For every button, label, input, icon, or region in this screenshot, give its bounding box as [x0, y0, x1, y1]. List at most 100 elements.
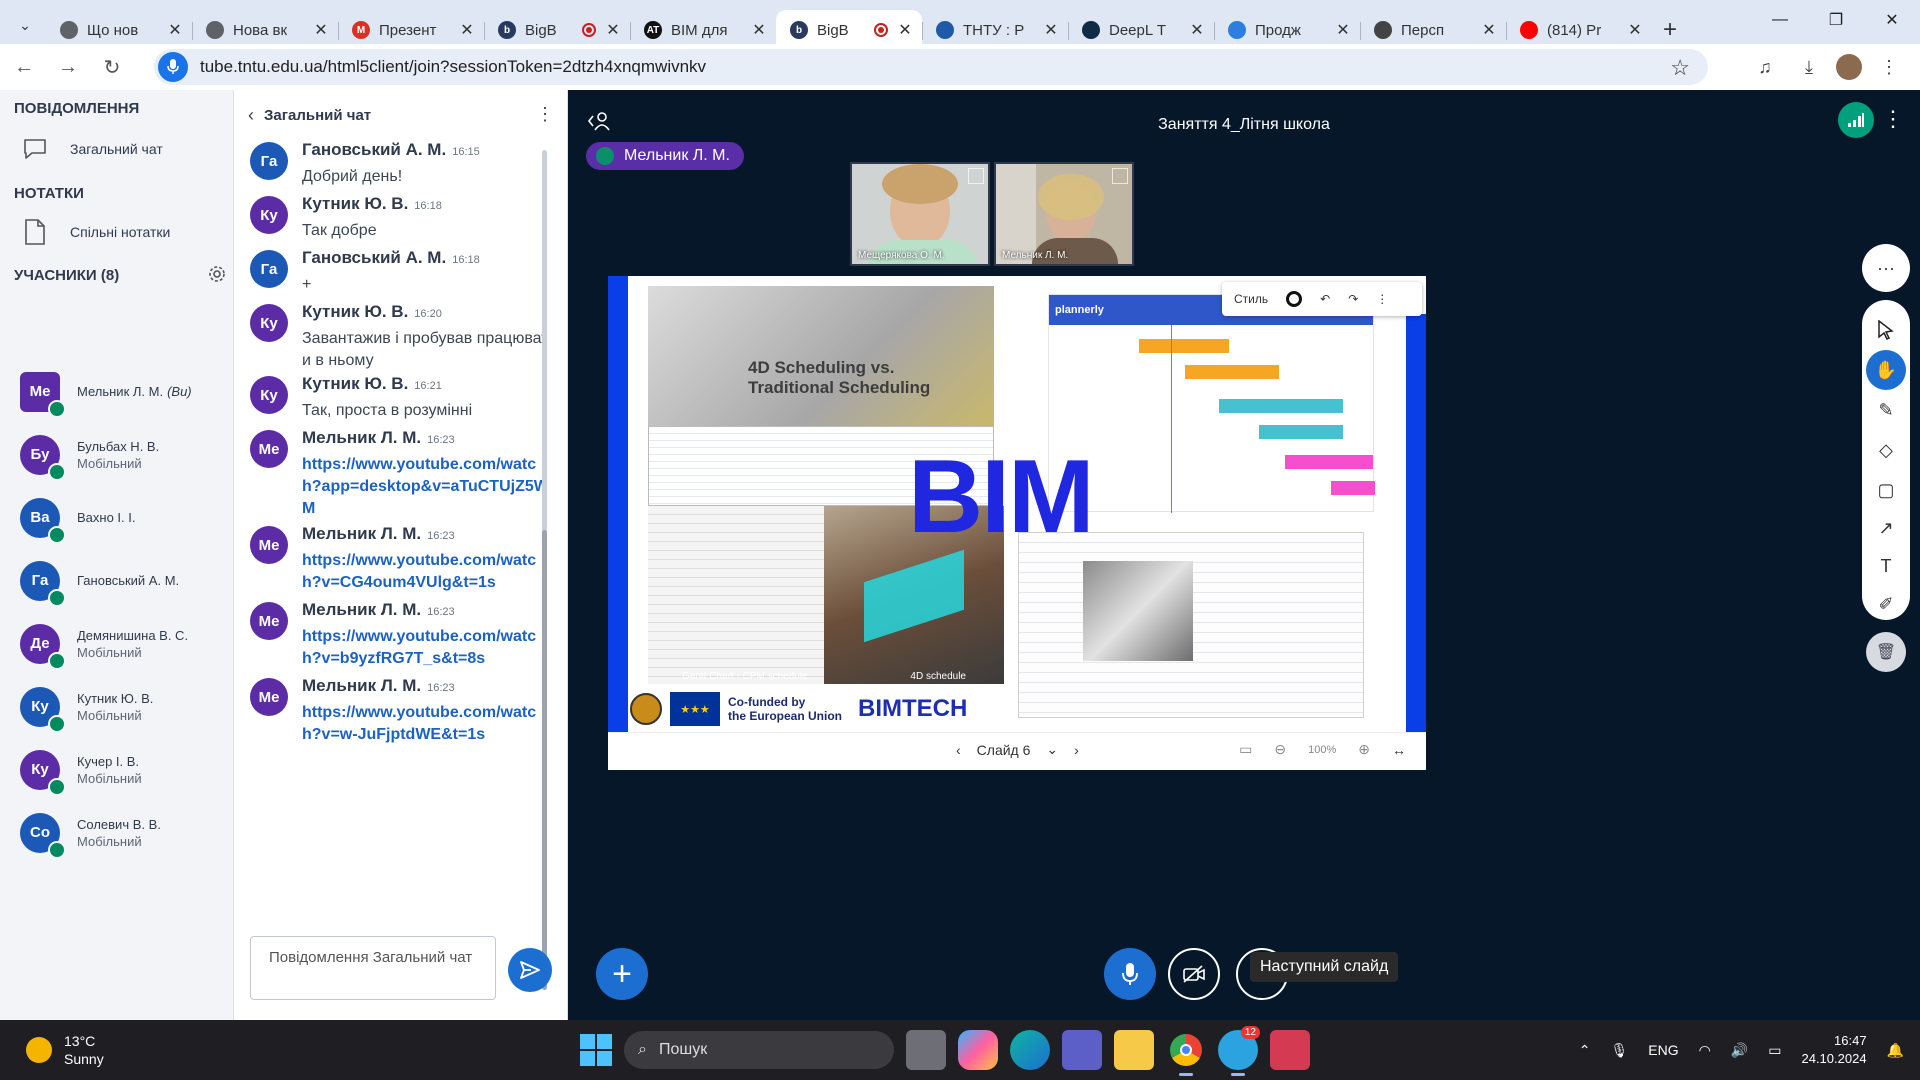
chevron-down-icon[interactable]: ⌄	[1046, 741, 1058, 758]
fullscreen-icon[interactable]	[968, 168, 984, 184]
slide-selector[interactable]: Слайд 6	[977, 742, 1031, 758]
rectangle-tool-icon[interactable]: ▢	[1866, 470, 1906, 510]
mute-button[interactable]	[1104, 948, 1156, 1000]
webcam-tile-1[interactable]: Мещерякова О. М.	[850, 162, 990, 266]
tab-close-icon[interactable]: ✕	[1334, 20, 1352, 40]
taskbar-search[interactable]: ⌕ Пошук	[624, 1031, 894, 1069]
camera-off-button[interactable]	[1168, 948, 1220, 1000]
arrow-tool-icon[interactable]: ↗	[1866, 508, 1906, 548]
close-window-icon[interactable]: ✕	[1864, 0, 1920, 40]
wifi-icon[interactable]: ◠	[1699, 1042, 1711, 1059]
talking-indicator[interactable]: Мельник Л. М.	[586, 142, 744, 170]
presentation-slide[interactable]: 4D Scheduling vs. Traditional Scheduling…	[608, 276, 1426, 770]
url-text[interactable]: tube.tntu.edu.ua/html5client/join?sessio…	[200, 57, 706, 77]
language-indicator[interactable]: ENG	[1648, 1042, 1678, 1058]
message-link[interactable]: https://www.youtube.com/watch?app=deskto…	[302, 456, 544, 517]
media-controls-icon[interactable]: ♫	[1748, 50, 1782, 84]
text-tool-icon[interactable]: T	[1866, 546, 1906, 586]
hand-tool-icon[interactable]: ✋	[1866, 350, 1906, 390]
public-chat-item[interactable]: Загальний чат	[0, 124, 233, 174]
user-list-item[interactable]: Га Гановський А. М.	[0, 549, 234, 612]
tab-close-icon[interactable]: ✕	[1626, 20, 1644, 40]
tab-close-icon[interactable]: ✕	[312, 20, 330, 40]
user-list-item[interactable]: Со Солевич В. В. Мобільний	[0, 801, 234, 864]
actions-plus-button[interactable]: +	[596, 948, 648, 1000]
minimize-icon[interactable]: —	[1752, 0, 1808, 40]
eraser-tool-icon[interactable]: ◇	[1866, 430, 1906, 470]
shared-notes-item[interactable]: Спільні нотатки	[0, 207, 233, 257]
task-view-icon[interactable]	[906, 1030, 946, 1070]
zoom-in-icon[interactable]: ⊕	[1358, 741, 1370, 758]
bookmark-star-icon[interactable]: ☆	[1670, 55, 1690, 81]
send-button[interactable]	[508, 948, 552, 992]
microphone-in-use-icon[interactable]	[158, 52, 188, 82]
telegram-icon[interactable]: 12	[1218, 1026, 1260, 1076]
connection-status-icon[interactable]	[1838, 102, 1874, 138]
copilot-icon[interactable]	[958, 1030, 998, 1070]
reload-icon[interactable]: ↻	[92, 47, 132, 87]
forward-icon[interactable]: →	[48, 47, 88, 87]
note-tool-icon[interactable]: ✐	[1866, 584, 1906, 624]
browser-menu-icon[interactable]: ⋮	[1872, 50, 1906, 84]
chrome-icon[interactable]	[1166, 1030, 1206, 1076]
user-list-item[interactable]: Бу Бульбах Н. В. Мобільний	[0, 423, 234, 486]
weather-widget[interactable]: 13°C Sunny	[26, 1032, 104, 1068]
user-list-item[interactable]: Де Демянишина В. С. Мобільний	[0, 612, 234, 675]
chevron-left-icon[interactable]: ‹	[248, 105, 254, 126]
tab-close-icon[interactable]: ✕	[1480, 20, 1498, 40]
style-label[interactable]: Стиль	[1234, 292, 1268, 306]
meeting-options-icon[interactable]: ⋮	[1882, 108, 1904, 130]
previous-slide-icon[interactable]: ‹	[956, 742, 961, 758]
teams-icon[interactable]	[1062, 1030, 1102, 1070]
download-icon[interactable]: ⤓	[1792, 50, 1826, 84]
message-link[interactable]: https://www.youtube.com/watch?v=b9yzfRG7…	[302, 628, 536, 667]
tools-more-icon[interactable]: ···	[1862, 244, 1910, 292]
redo-icon[interactable]: ↷	[1348, 292, 1358, 306]
chat-scrollbar[interactable]	[542, 150, 547, 990]
tab-search-icon[interactable]: ⌄	[8, 8, 42, 42]
volume-icon[interactable]: 🔊	[1731, 1042, 1748, 1059]
user-list-item[interactable]: Ку Кучер І. В. Мобільний	[0, 738, 234, 801]
profile-avatar[interactable]	[1836, 54, 1862, 80]
notification-bell-icon[interactable]: 🔔	[1887, 1042, 1904, 1059]
stroke-style-icon[interactable]	[1286, 291, 1303, 307]
select-tool-icon[interactable]	[1866, 310, 1906, 350]
file-explorer-icon[interactable]	[1114, 1030, 1154, 1070]
back-icon[interactable]: ←	[4, 47, 44, 87]
tab-close-icon[interactable]: ✕	[1042, 20, 1060, 40]
tab-close-icon[interactable]: ✕	[458, 20, 476, 40]
user-list-item[interactable]: Ме Мельник Л. М. (Ви)	[0, 360, 234, 423]
restore-icon[interactable]: ❐	[1808, 0, 1864, 40]
chat-title[interactable]: Загальний чат	[264, 107, 371, 124]
user-list-item[interactable]: Ку Кутник Ю. В. Мобільний	[0, 675, 234, 738]
message-link[interactable]: https://www.youtube.com/watch?v=w-JuFjpt…	[302, 704, 536, 743]
zoom-out-icon[interactable]: ⊖	[1274, 741, 1286, 758]
fullscreen-icon[interactable]	[1112, 168, 1128, 184]
tab-close-icon[interactable]: ✕	[166, 20, 184, 40]
tab-close-icon[interactable]: ✕	[750, 20, 768, 40]
edge-icon[interactable]	[1010, 1030, 1050, 1070]
chat-options-icon[interactable]: ⋮	[536, 104, 554, 125]
fit-width-icon[interactable]: ↔	[1392, 742, 1406, 758]
clock[interactable]: 16:47 24.10.2024	[1801, 1032, 1866, 1068]
tab-close-icon[interactable]: ✕	[1188, 20, 1206, 40]
chevron-up-icon[interactable]: ⌃	[1579, 1042, 1591, 1059]
tab-close-icon[interactable]: ✕	[896, 20, 914, 40]
tab-close-icon[interactable]: ✕	[604, 20, 622, 40]
next-slide-icon[interactable]: ›	[1074, 742, 1079, 758]
whiteboard-icon[interactable]: ▭	[1239, 741, 1252, 758]
webcam-tile-2[interactable]: Мельник Л. М.	[994, 162, 1134, 266]
battery-icon[interactable]: ▭	[1768, 1042, 1781, 1059]
undo-icon[interactable]: ↶	[1320, 292, 1330, 306]
pencil-tool-icon[interactable]: ✎	[1866, 390, 1906, 430]
user-list-item[interactable]: Ва Вахно І. І.	[0, 486, 234, 549]
chat-message-input[interactable]: Повідомлення Загальний чат	[250, 936, 496, 1000]
style-more-icon[interactable]: ⋮	[1376, 292, 1388, 306]
microphone-tray-icon[interactable]: 🎙	[1610, 1042, 1628, 1059]
trash-icon[interactable]: 🗑	[1866, 632, 1906, 672]
start-icon[interactable]	[580, 1034, 612, 1066]
message-link[interactable]: https://www.youtube.com/watch?v=CG4oum4V…	[302, 552, 536, 591]
snipping-tool-icon[interactable]	[1270, 1030, 1310, 1070]
omnibox[interactable]: tube.tntu.edu.ua/html5client/join?sessio…	[154, 49, 1708, 85]
user-settings-gear-icon[interactable]	[208, 265, 226, 283]
